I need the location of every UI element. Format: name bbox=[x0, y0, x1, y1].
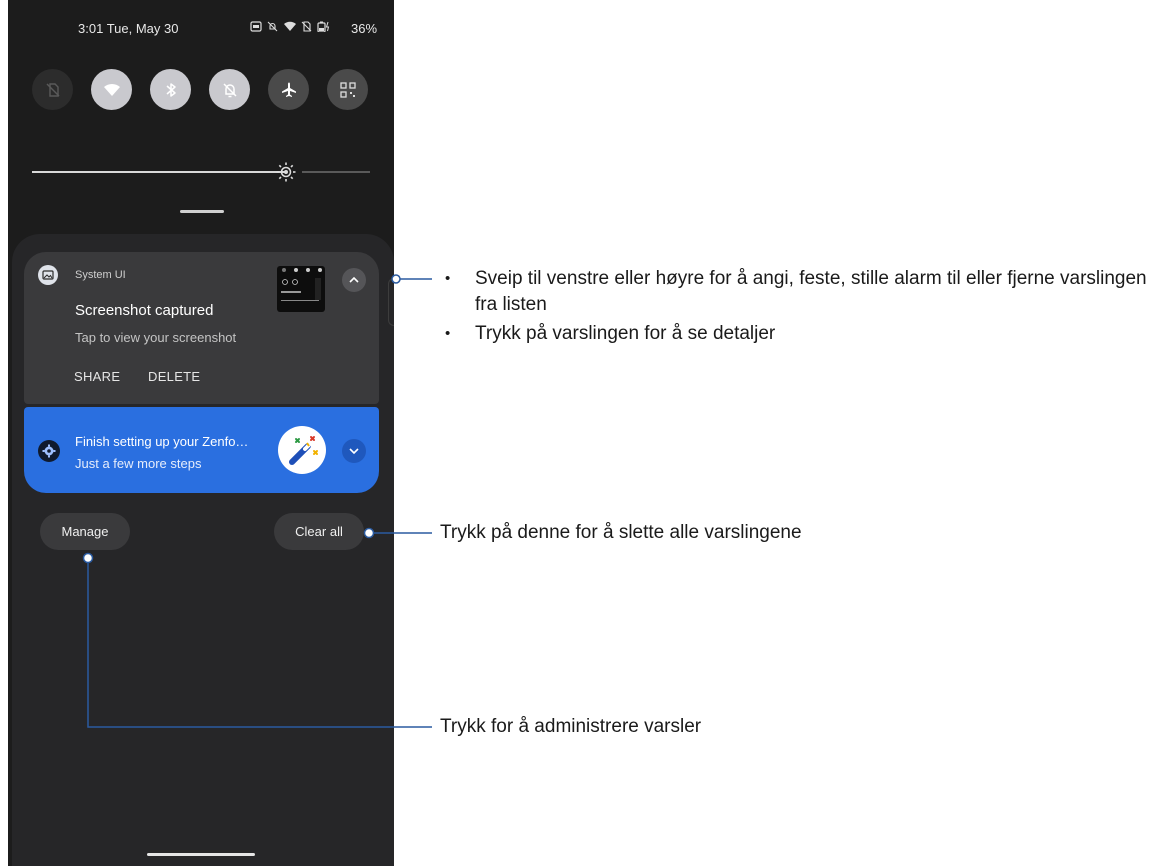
clear-all-button[interactable]: Clear all bbox=[274, 513, 364, 550]
no-sim-icon bbox=[301, 21, 312, 32]
notification-title: Screenshot captured bbox=[75, 302, 214, 319]
annotation-clear-all: Trykk på denne for å slette alle varslin… bbox=[440, 522, 802, 543]
status-time: 3:01 bbox=[78, 21, 104, 36]
annotation-bullet: • Sveip til venstre eller høyre for å an… bbox=[445, 266, 1160, 318]
notification-app-name: System UI bbox=[75, 269, 126, 281]
qs-wifi-tile[interactable] bbox=[91, 69, 132, 110]
bullet-dot: • bbox=[445, 325, 451, 342]
status-bar: 3:01 Tue, May 30 36% bbox=[8, 0, 394, 56]
brightness-sun-icon[interactable] bbox=[276, 162, 296, 182]
share-button[interactable]: SHARE bbox=[74, 369, 120, 384]
settings-app-icon bbox=[38, 440, 60, 462]
screenshot-thumbnail[interactable] bbox=[277, 266, 325, 312]
chevron-down-icon bbox=[349, 448, 359, 455]
bell-off-icon bbox=[222, 82, 237, 97]
notification-screenshot[interactable]: System UI Screenshot captured Tap to vie… bbox=[24, 252, 379, 404]
annotation-swipe-text: Sveip til venstre eller høyre for å angi… bbox=[475, 268, 1147, 315]
qs-dnd-tile[interactable] bbox=[209, 69, 250, 110]
sim-card-off-icon bbox=[46, 82, 59, 97]
ring-mode-icon bbox=[250, 21, 262, 32]
annotation-manage: Trykk for å administrere varsler bbox=[440, 716, 702, 737]
shade-drag-handle[interactable] bbox=[180, 210, 224, 213]
gesture-nav-bar[interactable] bbox=[147, 853, 255, 856]
delete-button[interactable]: DELETE bbox=[148, 369, 200, 384]
annotation-bullet: • Trykk på varslingen for å se detaljer bbox=[445, 321, 1160, 347]
qr-code-icon bbox=[339, 81, 356, 98]
qs-sim-tile[interactable] bbox=[32, 69, 73, 110]
notification-text: Tap to view your screenshot bbox=[75, 330, 237, 345]
battery-percent: 36% bbox=[351, 21, 378, 36]
magic-wand-icon bbox=[289, 436, 318, 465]
notification-title: Finish setting up your Zenfo… bbox=[75, 434, 249, 449]
annotation-tap-text: Trykk på varslingen for å se detaljer bbox=[475, 323, 776, 344]
setup-wand-image bbox=[278, 426, 326, 474]
airplane-icon bbox=[281, 82, 296, 97]
notification-text: Just a few more steps bbox=[75, 456, 202, 471]
wifi-status-icon bbox=[283, 21, 296, 31]
qs-qr-tile[interactable] bbox=[327, 69, 368, 110]
phone-screen: 3:01 Tue, May 30 36% System UI Screensho… bbox=[8, 0, 394, 866]
mute-icon bbox=[267, 21, 278, 32]
gear-icon bbox=[42, 444, 56, 458]
bullet-dot: • bbox=[445, 270, 451, 287]
status-icons bbox=[250, 21, 331, 35]
bluetooth-icon bbox=[166, 82, 176, 97]
quick-settings-row bbox=[32, 69, 378, 111]
collapse-button[interactable] bbox=[342, 268, 366, 292]
battery-charging-icon bbox=[317, 21, 330, 33]
brightness-track-rest bbox=[302, 171, 370, 173]
brightness-slider[interactable] bbox=[32, 160, 370, 184]
status-date: Tue, May 30 bbox=[106, 21, 179, 36]
expand-button[interactable] bbox=[342, 439, 366, 463]
image-icon bbox=[42, 270, 54, 280]
manage-button[interactable]: Manage bbox=[40, 513, 130, 550]
edge-panel-tab[interactable] bbox=[388, 278, 394, 326]
qs-airplane-tile[interactable] bbox=[268, 69, 309, 110]
status-time-date: 3:01 Tue, May 30 bbox=[78, 21, 178, 36]
chevron-up-icon bbox=[349, 276, 359, 283]
qs-bluetooth-tile[interactable] bbox=[150, 69, 191, 110]
brightness-track-fill bbox=[32, 171, 286, 173]
wifi-icon bbox=[103, 83, 120, 96]
screenshot-preview-image bbox=[281, 268, 322, 301]
notification-setup[interactable]: Finish setting up your Zenfo… Just a few… bbox=[24, 407, 379, 493]
system-ui-app-icon bbox=[38, 265, 58, 285]
